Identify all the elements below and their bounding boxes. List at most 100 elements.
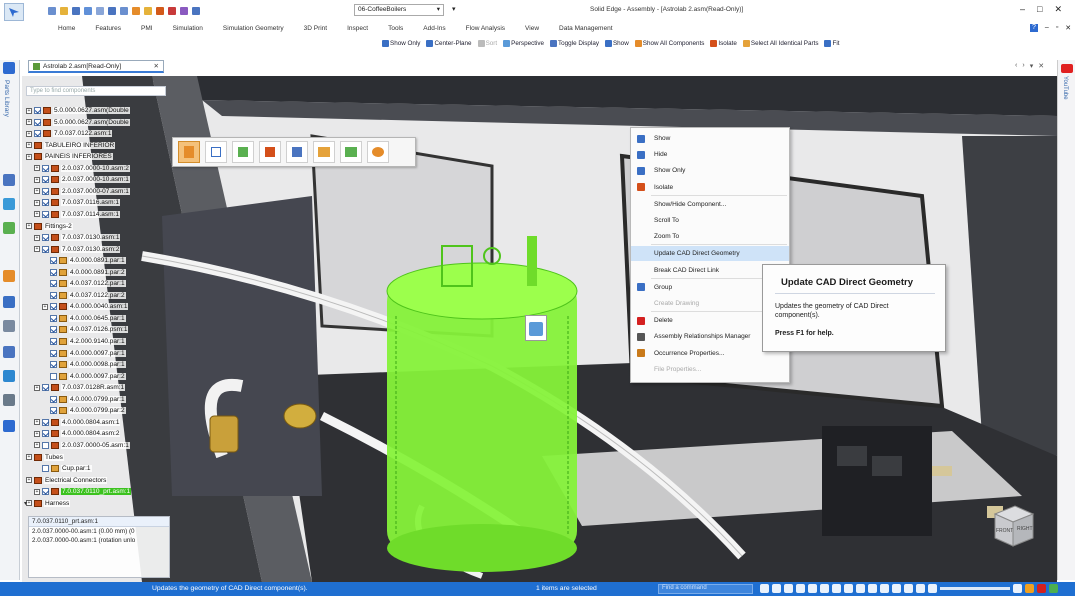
minimize-button[interactable]: – [1020, 4, 1025, 15]
window-icon[interactable] [120, 7, 128, 15]
view-cube-front[interactable]: FRONT [996, 528, 1013, 534]
pmi-icon[interactable] [180, 7, 188, 15]
visibility-checkbox[interactable] [42, 418, 49, 426]
tab-3d-print[interactable]: 3D Print [304, 24, 327, 33]
maximize-button[interactable]: □ [1037, 4, 1042, 15]
tab-pmi[interactable]: PMI [141, 24, 153, 33]
menu-item-isolate[interactable]: Isolate [631, 180, 789, 195]
features-icon[interactable] [3, 270, 15, 282]
tree-row[interactable]: +4.0.000.0804.asm:2 [34, 428, 121, 439]
menu-item-show-only[interactable]: Show Only [631, 163, 789, 178]
tree-row[interactable]: 4.0.000.0891.par:1 [42, 255, 126, 266]
tab-add-ins[interactable]: Add-Ins [423, 24, 445, 33]
document-selector[interactable]: 06-CoffeeBoilers ▾ [354, 4, 444, 16]
rotate-icon[interactable] [820, 584, 829, 593]
wireframe-icon[interactable] [892, 584, 901, 593]
tree-row[interactable]: 4.0.000.0097.par:2 [42, 371, 126, 382]
expand-icon[interactable]: + [26, 119, 32, 126]
tab-next-icon[interactable]: › [1022, 62, 1024, 70]
tree-row[interactable]: 4.0.000.0891.par:2 [42, 267, 126, 278]
show-button[interactable]: Show [604, 40, 629, 47]
menu-item-file-properties[interactable]: File Properties... [631, 362, 789, 377]
view-cube[interactable]: FRONT RIGHT [985, 500, 1037, 550]
tab-close-icon[interactable]: ✕ [1038, 62, 1044, 70]
grid-icon[interactable] [3, 346, 15, 358]
tab-tools[interactable]: Tools [388, 24, 403, 33]
tree-row[interactable]: +5.0.000.0627.asm(Double [26, 105, 130, 116]
ribbon-minimize-button[interactable]: – [1045, 24, 1049, 32]
alert-icon[interactable] [1025, 584, 1034, 593]
explode-icon[interactable] [3, 394, 15, 406]
qat-dropdown-icon[interactable]: ▾ [452, 5, 456, 13]
copy-button[interactable] [205, 141, 227, 163]
expand-icon[interactable]: + [34, 188, 40, 195]
visibility-checkbox[interactable] [42, 234, 49, 242]
shaded-edges-icon[interactable] [868, 584, 877, 593]
tab-view[interactable]: View [525, 24, 539, 33]
pathfinder-icon[interactable] [3, 174, 15, 186]
tree-row[interactable]: + TABULEIRO INFERIOR [26, 140, 116, 151]
tree-row[interactable]: +7.0.037.0122.asm:1 [26, 128, 113, 139]
readout-line[interactable]: 2.0.037.0000-00.asm:1 (rotation unlo [29, 536, 169, 545]
user-icon[interactable] [1049, 584, 1058, 593]
app-menu-button[interactable] [4, 3, 24, 21]
tree-row[interactable]: + PAINEIS INFERIORES [26, 151, 113, 162]
tree-row[interactable]: 4.0.037.0122.par:1 [42, 278, 126, 289]
tab-simulation[interactable]: Simulation [173, 24, 203, 33]
visibility-checkbox[interactable] [42, 210, 49, 218]
tree-row[interactable]: +4.0.000.0040.asm:1 [42, 301, 129, 312]
visibility-checkbox[interactable] [42, 441, 49, 449]
shadows-icon[interactable] [904, 584, 913, 593]
expand-icon[interactable]: + [34, 234, 40, 241]
zoom-area-icon[interactable] [772, 584, 781, 593]
visibility-checkbox[interactable] [50, 407, 57, 415]
redo-icon[interactable] [96, 7, 104, 15]
visibility-checkbox[interactable] [50, 257, 57, 265]
save-icon[interactable] [72, 7, 80, 15]
help-icon[interactable]: ? [1030, 24, 1038, 32]
relationships-icon[interactable] [3, 320, 15, 332]
select-identical-button[interactable]: Select All Identical Parts [742, 40, 818, 47]
visibility-checkbox[interactable] [50, 280, 57, 288]
visible-edges-icon[interactable] [880, 584, 889, 593]
zoom-icon[interactable] [784, 584, 793, 593]
parts-library-label[interactable]: Parts Library [3, 80, 10, 117]
zoom-in-icon[interactable] [1013, 584, 1022, 593]
tab-home[interactable]: Home [58, 24, 75, 33]
visibility-checkbox[interactable] [50, 395, 57, 403]
visibility-checkbox[interactable] [42, 488, 49, 496]
tree-row[interactable]: +5.0.000.0627.asm(Double [26, 117, 130, 128]
print-icon[interactable] [108, 7, 116, 15]
open-icon[interactable] [60, 7, 68, 15]
tree-row[interactable]: + Electrical Connectors [26, 475, 108, 486]
assembly-icon[interactable] [144, 7, 152, 15]
visibility-checkbox[interactable] [50, 291, 57, 299]
expand-icon[interactable]: + [26, 130, 32, 137]
view-cube-right[interactable]: RIGHT [1017, 526, 1033, 532]
expand-icon[interactable]: + [26, 454, 32, 460]
tree-row[interactable]: 4.0.000.0098.par:1 [42, 359, 126, 370]
expand-icon[interactable]: + [34, 211, 40, 218]
visibility-checkbox[interactable] [42, 164, 49, 172]
tab-flow-analysis[interactable]: Flow Analysis [466, 24, 505, 33]
tree-row[interactable]: +7.0.037.0110_prt.asm:1 [34, 486, 132, 497]
fit-view-icon[interactable] [796, 584, 805, 593]
isolate-button[interactable]: Isolate [710, 40, 737, 47]
zoom-out-icon[interactable] [928, 584, 937, 593]
tree-row[interactable]: +7.0.037.0130.asm:2 [34, 244, 121, 255]
close-doc-button[interactable]: ✕ [1065, 24, 1071, 32]
move-button[interactable] [232, 141, 254, 163]
expand-icon[interactable]: + [34, 246, 40, 253]
tree-row[interactable]: +2.0.037.0000-07.asm:1 [34, 186, 130, 197]
expand-icon[interactable]: + [34, 199, 40, 206]
tab-simulation-geometry[interactable]: Simulation Geometry [223, 24, 284, 33]
sketch-view-icon[interactable] [832, 584, 841, 593]
expand-icon[interactable]: + [34, 442, 40, 449]
visibility-checkbox[interactable] [34, 107, 41, 114]
tree-row[interactable]: 4.0.037.0122.par:2 [42, 290, 126, 301]
close-tab-icon[interactable]: ✕ [154, 62, 159, 70]
sort-button[interactable]: Sort [477, 40, 497, 47]
tab-list-icon[interactable]: ▾ [1030, 62, 1034, 70]
expand-icon[interactable]: + [34, 165, 40, 172]
tab-inspect[interactable]: Inspect [347, 24, 368, 33]
